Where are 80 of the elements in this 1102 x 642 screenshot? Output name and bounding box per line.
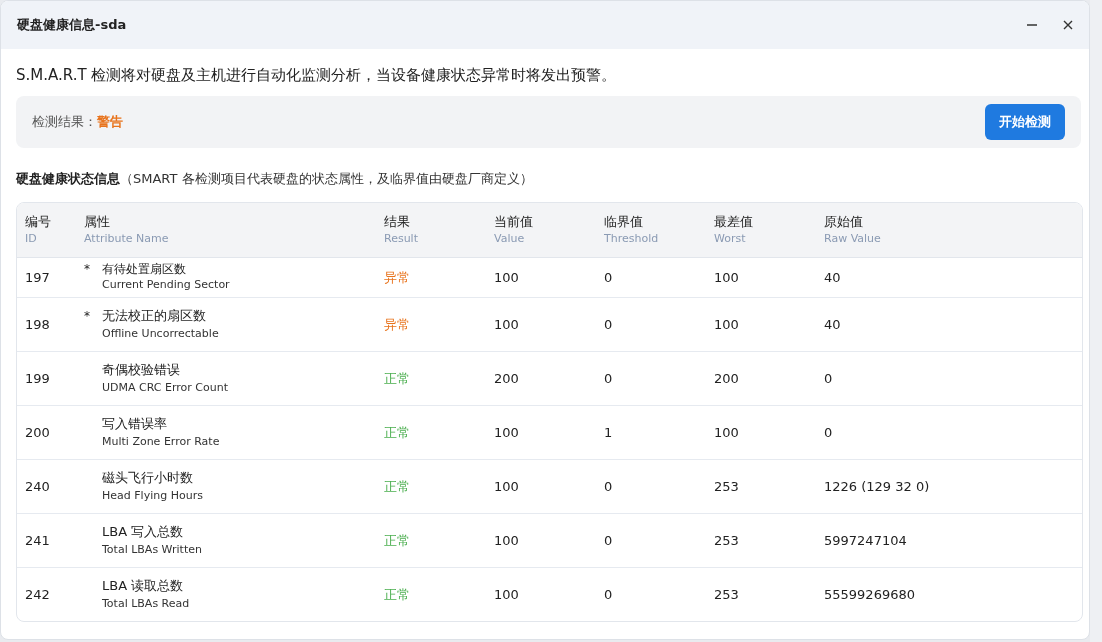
column-subheader: Threshold bbox=[604, 231, 660, 247]
result-status: 异常 bbox=[384, 315, 410, 334]
column-header: 临界值 bbox=[604, 213, 644, 231]
column-subheader: Raw Value bbox=[824, 231, 882, 247]
result-status: 正常 bbox=[384, 477, 410, 496]
column-subheader: Attribute Name bbox=[84, 231, 170, 247]
column-subheader: Worst bbox=[714, 231, 747, 247]
attribute-english-name: UDMA CRC Error Count bbox=[102, 380, 228, 396]
attribute-name: LBA 读取总数 bbox=[102, 577, 185, 595]
table-cell: 200 bbox=[25, 425, 50, 440]
column-header: 原始值 bbox=[824, 213, 864, 231]
attribute-name: 写入错误率 bbox=[102, 415, 168, 433]
column-subheader: Value bbox=[494, 231, 526, 247]
column-header: 当前值 bbox=[494, 213, 534, 231]
start-check-button[interactable]: 开始检测 bbox=[985, 104, 1065, 140]
asterisk-marker: * bbox=[84, 309, 90, 323]
attribute-english-name: Current Pending Sector bbox=[102, 277, 230, 293]
table-cell: 0 bbox=[604, 533, 613, 548]
result-label: 检测结果： bbox=[32, 114, 97, 129]
table-cell: 0 bbox=[824, 371, 833, 386]
table-cell: 200 bbox=[494, 371, 519, 386]
table-cell: 200 bbox=[714, 371, 739, 386]
table-cell: 197 bbox=[25, 270, 50, 285]
column-header: 属性 bbox=[84, 213, 111, 231]
attribute-name: LBA 写入总数 bbox=[102, 523, 185, 541]
attribute-name: 有待处置扇区数 bbox=[102, 262, 187, 276]
window-title: 硬盘健康信息-sda bbox=[17, 16, 127, 34]
section-title: 硬盘健康状态信息 bbox=[16, 171, 120, 186]
attribute-english-name: Total LBAs Written bbox=[102, 542, 202, 558]
table-cell: 0 bbox=[604, 479, 613, 494]
table-cell: 100 bbox=[494, 533, 519, 548]
table-cell: 5997247104 bbox=[824, 533, 907, 548]
column-subheader: Result bbox=[384, 231, 419, 247]
table-cell: 241 bbox=[25, 533, 50, 548]
result-status: 正常 bbox=[384, 369, 410, 388]
table-cell: 253 bbox=[714, 587, 739, 602]
table-cell: 100 bbox=[494, 270, 519, 285]
table-cell: 242 bbox=[25, 587, 50, 602]
table-cell: 100 bbox=[494, 587, 519, 602]
column-subheader: ID bbox=[25, 231, 38, 247]
table-cell: 0 bbox=[824, 425, 833, 440]
table-cell: 198 bbox=[25, 317, 50, 332]
table-cell: 253 bbox=[714, 479, 739, 494]
asterisk-marker: * bbox=[84, 262, 90, 276]
column-header: 结果 bbox=[384, 213, 411, 231]
section-note: （SMART 各检测项目代表硬盘的状态属性，及临界值由硬盘厂商定义） bbox=[120, 171, 533, 186]
attribute-english-name: Total LBAs Read bbox=[102, 596, 190, 612]
table-cell: 100 bbox=[714, 425, 739, 440]
table-cell: 100 bbox=[494, 479, 519, 494]
table-cell: 100 bbox=[714, 270, 739, 285]
attribute-name: 磁头飞行小时数 bbox=[102, 469, 194, 487]
result-status: 异常 bbox=[384, 268, 410, 287]
table-cell: 1 bbox=[604, 425, 613, 440]
table-cell: 100 bbox=[714, 317, 739, 332]
result-status: 正常 bbox=[384, 531, 410, 550]
table-cell: 40 bbox=[824, 270, 841, 285]
result-value: 警告 bbox=[97, 114, 123, 129]
table-cell: 40 bbox=[824, 317, 841, 332]
attribute-name: 无法校正的扇区数 bbox=[102, 307, 207, 325]
attribute-english-name: Offline Uncorrectable bbox=[102, 326, 219, 342]
column-header: 编号 bbox=[25, 213, 52, 231]
table-cell: 0 bbox=[604, 587, 613, 602]
table-cell: 100 bbox=[494, 425, 519, 440]
result-status: 正常 bbox=[384, 585, 410, 604]
close-icon bbox=[1061, 18, 1075, 32]
table-cell: 1226 (129 32 0) bbox=[824, 479, 930, 494]
table-cell: 0 bbox=[604, 371, 613, 386]
table-cell: 253 bbox=[714, 533, 739, 548]
table-cell: 100 bbox=[494, 317, 519, 332]
table-cell: 240 bbox=[25, 479, 50, 494]
attribute-name: 奇偶校验错误 bbox=[102, 361, 181, 379]
table-cell: 0 bbox=[604, 270, 613, 285]
attribute-english-name: Head Flying Hours bbox=[102, 488, 203, 504]
table-cell: 55599269680 bbox=[824, 587, 915, 602]
result-status: 正常 bbox=[384, 423, 410, 442]
table-cell: 0 bbox=[604, 317, 613, 332]
table-cell: 199 bbox=[25, 371, 50, 386]
column-header: 最差值 bbox=[714, 213, 754, 231]
attribute-english-name: Multi Zone Error Rate bbox=[102, 434, 220, 450]
description-text: S.M.A.R.T 检测将对硬盘及主机进行自动化监测分析，当设备健康状态异常时将发出预警。 bbox=[16, 66, 618, 85]
